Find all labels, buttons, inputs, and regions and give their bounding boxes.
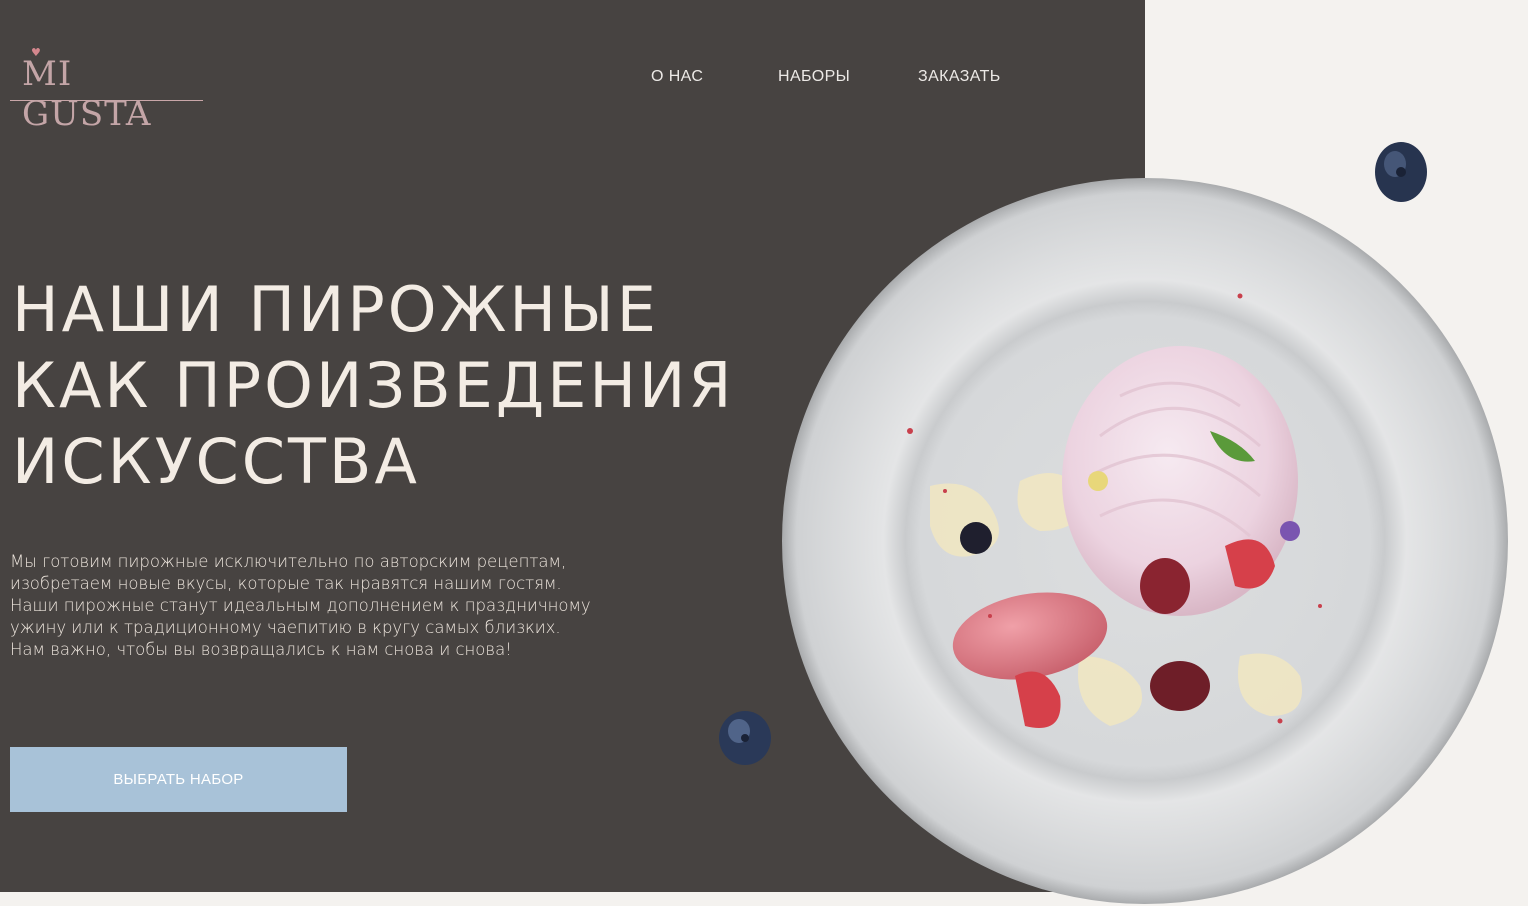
hero-title-line: ИСКУССТВА xyxy=(12,425,420,498)
choose-set-button[interactable]: ВЫБРАТЬ НАБОР xyxy=(10,747,347,812)
blueberry-icon xyxy=(719,711,771,765)
hero-description-line: Мы готовим пирожные исключительно по авт… xyxy=(10,552,567,571)
nav-item-sets[interactable]: НАБОРЫ xyxy=(778,68,850,86)
hero-title-line: КАК ПРОИЗВЕДЕНИЯ xyxy=(12,349,735,422)
blueberry-icon xyxy=(1375,142,1427,202)
nav-item-about[interactable]: О НАС xyxy=(651,68,703,86)
hero-description-line: изобретаем новые вкусы, которые так нрав… xyxy=(10,574,562,593)
nav-item-order[interactable]: ЗАКАЗАТЬ xyxy=(918,68,1001,86)
logo-text: MI GUSTA xyxy=(22,54,152,134)
hero-description-line: ужину или к традиционному чаепитию в кру… xyxy=(10,618,561,637)
logo[interactable]: ♥ MI GUSTA xyxy=(10,46,203,134)
hero-description-line: Наши пирожные станут идеальным дополнени… xyxy=(10,596,591,615)
hero-description: Мы готовим пирожные исключительно по авт… xyxy=(10,551,670,661)
dessert-plate-image xyxy=(782,178,1508,904)
hero-title: НАШИ ПИРОЖНЫЕ КАК ПРОИЗВЕДЕНИЯ ИСКУССТВА xyxy=(12,272,735,500)
hero-title-line: НАШИ ПИРОЖНЫЕ xyxy=(12,273,659,346)
hero-description-line: Нам важно, чтобы вы возвращались к нам с… xyxy=(10,640,512,659)
